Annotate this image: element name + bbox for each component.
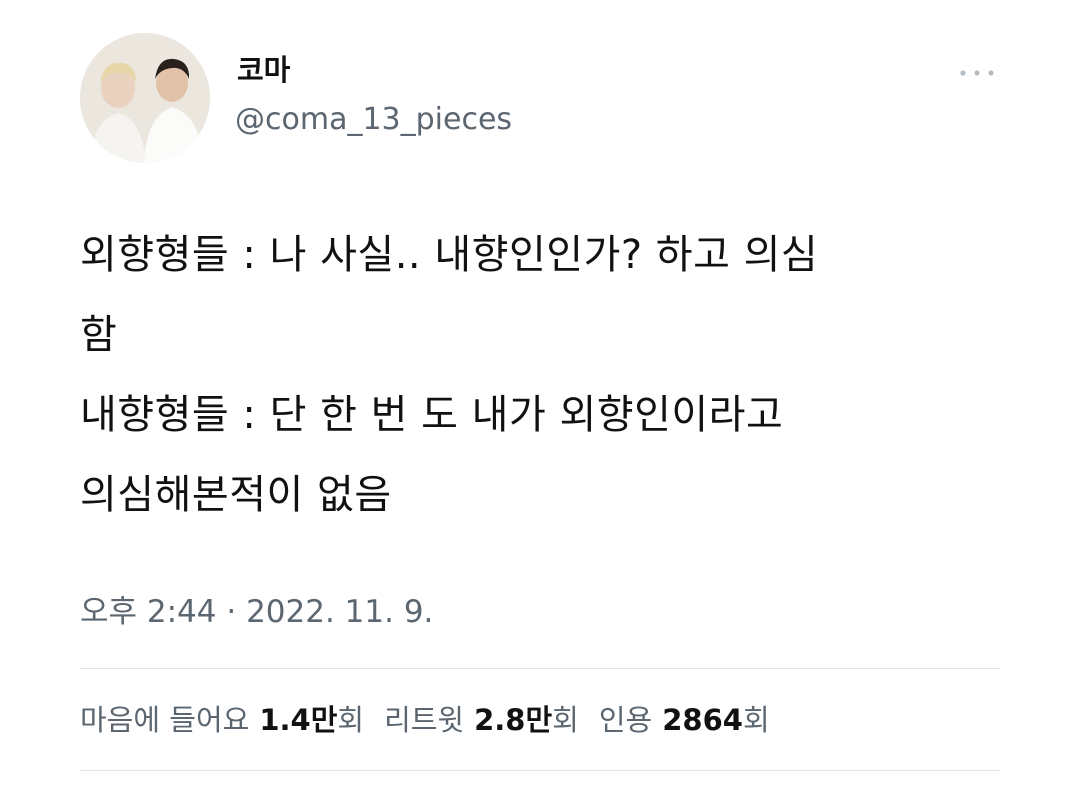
more-button[interactable] — [955, 58, 999, 88]
user-handle[interactable]: @coma_13_pieces — [235, 98, 512, 142]
tweet-text-line: 함 — [80, 312, 118, 358]
likes-label: 마음에 들어요 — [80, 703, 250, 737]
divider — [80, 770, 1000, 771]
tweet-text-line: 의심해본적이 없음 — [80, 472, 392, 518]
quotes-suffix: 회 — [742, 703, 770, 737]
likes-unit: 만 — [310, 703, 338, 737]
quotes-label: 인용 — [598, 703, 653, 737]
divider — [80, 668, 1000, 669]
avatar-photo — [80, 33, 210, 163]
tweet-text-line: 내향형들 : 단 한 번 도 내가 외향인이라고 — [80, 392, 784, 438]
retweets-suffix: 회 — [552, 703, 579, 737]
quotes-stat[interactable]: 인용 2864 회 — [599, 698, 770, 742]
tweet-stats: 마음에 들어요 1.4 만 회 리트윗 2.8 만 회 인용 2864 회 — [80, 698, 770, 742]
retweets-label: 리트윗 — [384, 703, 465, 737]
tweet-timestamp[interactable]: 오후 2:44 · 2022. 11. 9. — [80, 590, 433, 634]
tweet-text-line: 외향형들 : 나 사실.. 내향인인가? 하고 의심 — [80, 232, 819, 278]
retweets-stat[interactable]: 리트윗 2.8 만 회 — [384, 698, 579, 742]
retweets-count: 2.8 — [474, 703, 526, 737]
retweets-unit: 만 — [525, 703, 553, 737]
avatar[interactable] — [80, 33, 210, 163]
tweet-card: 코마 @coma_13_pieces 외향형들 : 나 사실.. 내향인인가? … — [0, 0, 1079, 796]
likes-count: 1.4 — [259, 703, 311, 737]
likes-stat[interactable]: 마음에 들어요 1.4 만 회 — [80, 698, 364, 742]
likes-suffix: 회 — [337, 703, 365, 737]
tweet-text: 외향형들 : 나 사실.. 내향인인가? 하고 의심 함 내향형들 : 단 한 … — [80, 215, 1020, 535]
display-name[interactable]: 코마 — [237, 50, 290, 90]
quotes-count: 2864 — [662, 703, 743, 737]
more-horizontal-icon — [960, 70, 994, 76]
